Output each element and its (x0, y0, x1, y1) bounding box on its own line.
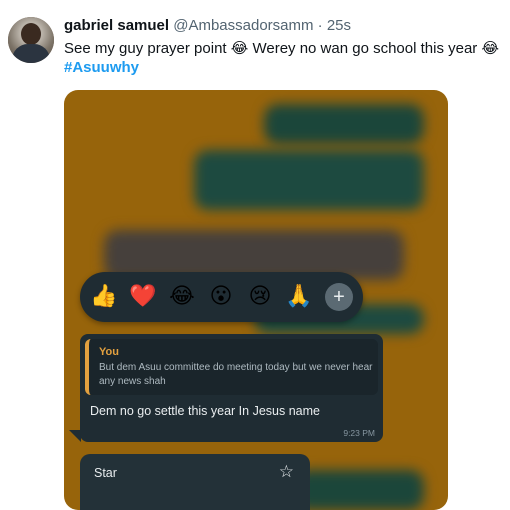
quoted-text: But dem Asuu committee do meeting today … (99, 362, 373, 387)
message-text: Dem no go settle this year In Jesus name (90, 404, 320, 418)
tweet[interactable]: gabriel samuel @Ambassadorsamm · 25s See… (0, 0, 510, 510)
menu-item-label: Star (94, 466, 117, 480)
message-time: 9:23 PM (343, 428, 375, 438)
crying-emoji-icon[interactable]: 😢 (246, 283, 274, 311)
laughing-emoji-icon[interactable]: 😂 (168, 283, 196, 311)
user-handle[interactable]: @Ambassadorsamm (173, 17, 313, 34)
tweet-time[interactable]: 25s (327, 17, 351, 34)
separator: · (317, 17, 323, 34)
tweet-text: See my guy prayer point 😂 Werey no wan g… (64, 39, 500, 57)
quoted-reply[interactable]: You But dem Asuu committee do meeting to… (85, 339, 378, 395)
star-icon: ☆ (278, 462, 294, 482)
heart-icon[interactable]: ❤️ (129, 283, 157, 311)
folded-hands-icon[interactable]: 🙏 (285, 283, 313, 311)
tweet-header: gabriel samuel @Ambassadorsamm · 25s (64, 17, 351, 34)
avatar[interactable] (8, 17, 54, 63)
hashtag-link[interactable]: #Asuuwhy (64, 59, 139, 76)
context-menu: Star ☆ (80, 454, 310, 510)
quoted-author: You (99, 346, 119, 358)
display-name[interactable]: gabriel samuel (64, 17, 169, 34)
laughing-emoji-icon: 😂 (230, 39, 249, 57)
tweet-media[interactable]: 👍 ❤️ 😂 😮 😢 🙏 + You But dem Asuu committe… (64, 90, 448, 510)
laughing-emoji-icon: 😂 (481, 39, 500, 57)
thumbs-up-icon[interactable]: 👍 (90, 283, 118, 311)
surprised-emoji-icon[interactable]: 😮 (207, 283, 235, 311)
add-reaction-button[interactable]: + (325, 283, 353, 311)
reaction-bar: 👍 ❤️ 😂 😮 😢 🙏 + (80, 272, 363, 322)
chat-message-bubble[interactable]: You But dem Asuu committee do meeting to… (80, 334, 383, 442)
